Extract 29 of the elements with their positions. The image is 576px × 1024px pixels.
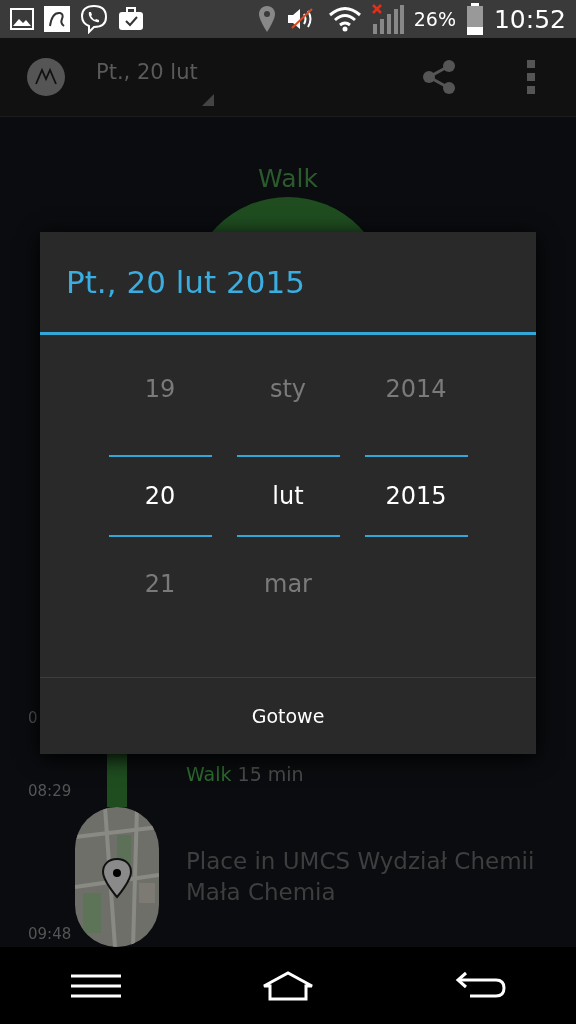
dropdown-corner-icon[interactable] bbox=[201, 94, 214, 106]
clock-time: 10:52 bbox=[493, 4, 566, 34]
time-label: 09:48 bbox=[28, 925, 73, 943]
picker-value[interactable]: 2015 bbox=[364, 455, 468, 537]
time-label: 0 bbox=[28, 709, 39, 727]
wifi-icon bbox=[327, 6, 362, 32]
location-pin-icon bbox=[257, 5, 276, 33]
briefcase-check-icon bbox=[118, 7, 144, 31]
picker-value[interactable]: 19 bbox=[108, 375, 212, 455]
picker-value[interactable]: lut bbox=[236, 455, 340, 537]
segment-summary: Walk 15 min bbox=[186, 763, 305, 785]
picker-value[interactable]: 21 bbox=[108, 537, 212, 631]
image-icon bbox=[10, 8, 34, 30]
picker-value[interactable]: 20 bbox=[108, 455, 212, 537]
time-label: 08:29 bbox=[28, 782, 73, 800]
signal-no-sim-icon bbox=[371, 4, 404, 34]
overflow-menu-icon[interactable] bbox=[526, 60, 536, 94]
date-dropdown[interactable]: Pt., 20 lut bbox=[96, 60, 198, 84]
dialog-title: Pt., 20 lut 2015 bbox=[40, 232, 536, 335]
phone-bubble-icon bbox=[80, 4, 108, 34]
picker-value[interactable]: 2014 bbox=[364, 375, 468, 455]
activity-label: Walk bbox=[258, 164, 318, 193]
picker-value[interactable]: mar bbox=[236, 537, 340, 631]
app-logo-icon[interactable] bbox=[26, 57, 66, 97]
picker-value[interactable]: sty bbox=[236, 375, 340, 455]
share-icon[interactable] bbox=[420, 58, 458, 96]
battery-icon bbox=[465, 3, 484, 35]
battery-percent: 26% bbox=[413, 8, 456, 30]
done-button[interactable]: Gotowe bbox=[40, 678, 536, 754]
